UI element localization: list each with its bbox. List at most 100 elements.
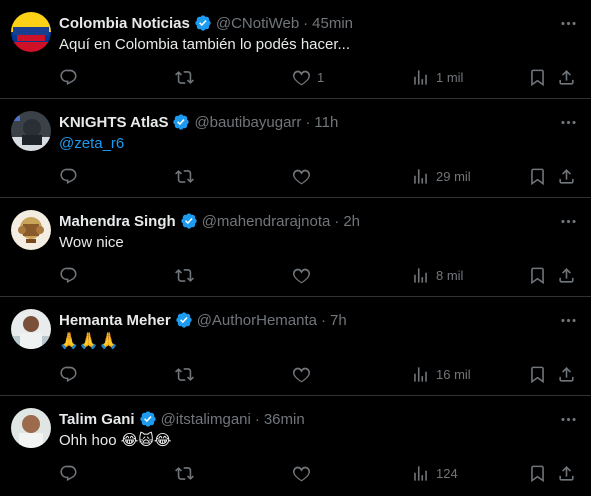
share-button[interactable]	[557, 363, 576, 385]
retweet-icon	[175, 266, 194, 285]
timestamp[interactable]: 2h	[343, 213, 360, 230]
verified-badge-icon	[172, 113, 190, 131]
like-button[interactable]	[292, 165, 317, 187]
retweet-icon	[175, 365, 194, 384]
separator: ·	[305, 113, 311, 131]
tweet-actions: 8 mil	[0, 264, 591, 286]
user-handle[interactable]: @mahendrarajnota	[202, 213, 331, 230]
retweet-button[interactable]	[175, 66, 200, 88]
views-bar-chart-icon	[411, 365, 430, 384]
verified-badge-icon	[180, 212, 198, 230]
retweet-button[interactable]	[175, 165, 200, 187]
timestamp[interactable]: 11h	[314, 114, 338, 131]
like-count: 1	[317, 69, 325, 85]
more-horizontal-icon[interactable]	[557, 12, 579, 34]
reply-icon	[59, 365, 78, 384]
like-button[interactable]	[292, 264, 317, 286]
tweet-header: Talim Gani @itstalimgani · 36min	[59, 409, 551, 429]
tweet-text: Ohh hoo 😂🙀😂	[59, 432, 172, 449]
views-button[interactable]: 1 mil	[411, 66, 463, 88]
retweet-button[interactable]	[175, 363, 200, 385]
user-handle[interactable]: @CNotiWeb	[216, 15, 299, 32]
reply-button[interactable]	[59, 165, 84, 187]
mention-link[interactable]: @zeta_r6	[59, 134, 571, 154]
more-horizontal-icon[interactable]	[557, 309, 579, 331]
retweet-icon	[175, 464, 194, 483]
tweet[interactable]: Talim Gani @itstalimgani · 36min Ohh hoo…	[0, 396, 591, 496]
user-handle[interactable]: @bautibayugarr	[194, 114, 301, 131]
bookmark-button[interactable]	[528, 462, 547, 484]
bookmark-icon	[528, 266, 547, 285]
heart-icon	[292, 365, 311, 384]
bookmark-button[interactable]	[528, 165, 547, 187]
tweet[interactable]: KNIGHTS AtlaS @bautibayugarr · 11h @zeta…	[0, 99, 591, 198]
views-bar-chart-icon	[411, 68, 430, 87]
display-name[interactable]: Talim Gani	[59, 411, 135, 428]
views-button[interactable]: 16 mil	[411, 363, 471, 385]
tweet[interactable]: Mahendra Singh @mahendrarajnota · 2h Wow…	[0, 198, 591, 297]
reply-button[interactable]	[59, 264, 84, 286]
view-count: 1 mil	[436, 69, 464, 85]
reply-icon	[59, 167, 78, 186]
reply-button[interactable]	[59, 363, 84, 385]
like-button[interactable]	[292, 462, 317, 484]
verified-badge-icon	[139, 410, 157, 428]
share-icon	[557, 167, 576, 186]
bookmark-icon	[528, 365, 547, 384]
avatar[interactable]	[11, 408, 51, 448]
display-name[interactable]: Hemanta Meher	[59, 312, 171, 329]
reply-button[interactable]	[59, 66, 84, 88]
share-button[interactable]	[557, 165, 576, 187]
display-name[interactable]: Mahendra Singh	[59, 213, 176, 230]
like-button[interactable]: 1	[292, 66, 324, 88]
timestamp[interactable]: 7h	[330, 312, 347, 329]
tweet-text: Wow nice	[59, 234, 124, 251]
retweet-button[interactable]	[175, 462, 200, 484]
share-button[interactable]	[557, 264, 576, 286]
more-horizontal-icon[interactable]	[557, 210, 579, 232]
separator: ·	[334, 212, 340, 230]
views-button[interactable]: 29 mil	[411, 165, 471, 187]
like-button[interactable]	[292, 363, 317, 385]
tweet-text: Aquí en Colombia también lo podés hacer.…	[59, 36, 351, 53]
avatar[interactable]	[11, 12, 51, 52]
share-button[interactable]	[557, 66, 576, 88]
more-horizontal-icon[interactable]	[557, 408, 579, 430]
tweet[interactable]: Colombia Noticias @CNotiWeb · 45min Aquí…	[0, 0, 591, 99]
share-button[interactable]	[557, 462, 576, 484]
bookmark-button[interactable]	[528, 363, 547, 385]
separator: ·	[321, 311, 326, 329]
tweet[interactable]: Hemanta Meher @AuthorHemanta · 7h 🙏🙏🙏 16…	[0, 297, 591, 396]
share-icon	[557, 266, 576, 285]
avatar[interactable]	[11, 309, 51, 349]
retweet-icon	[175, 68, 194, 87]
avatar[interactable]	[11, 111, 51, 151]
reply-icon	[59, 464, 78, 483]
heart-icon	[292, 167, 311, 186]
user-handle[interactable]: @AuthorHemanta	[197, 312, 317, 329]
display-name[interactable]: Colombia Noticias	[59, 15, 190, 32]
views-bar-chart-icon	[411, 167, 430, 186]
bookmark-button[interactable]	[528, 264, 547, 286]
views-button[interactable]: 8 mil	[411, 264, 463, 286]
share-icon	[557, 68, 576, 87]
retweet-button[interactable]	[175, 264, 200, 286]
view-count: 124	[436, 465, 458, 481]
reply-button[interactable]	[59, 462, 84, 484]
user-handle[interactable]: @itstalimgani	[161, 411, 251, 428]
share-icon	[557, 464, 576, 483]
views-button[interactable]: 124	[411, 462, 458, 484]
timestamp[interactable]: 45min	[312, 15, 353, 32]
reply-icon	[59, 266, 78, 285]
retweet-icon	[175, 167, 194, 186]
bookmark-button[interactable]	[528, 66, 547, 88]
separator: ·	[254, 410, 260, 428]
view-count: 16 mil	[436, 366, 471, 382]
tweet-header: KNIGHTS AtlaS @bautibayugarr · 11h	[59, 112, 551, 132]
bookmark-icon	[528, 464, 547, 483]
more-horizontal-icon[interactable]	[557, 111, 579, 133]
timestamp[interactable]: 36min	[264, 411, 305, 428]
display-name[interactable]: KNIGHTS AtlaS	[59, 114, 168, 131]
tweet-feed: Colombia Noticias @CNotiWeb · 45min Aquí…	[0, 0, 591, 496]
avatar[interactable]	[11, 210, 51, 250]
